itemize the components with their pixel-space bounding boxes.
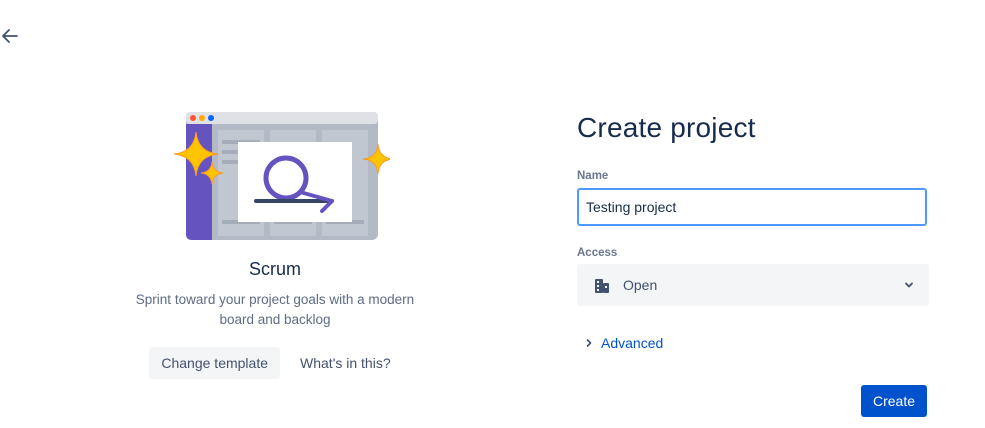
create-button[interactable]: Create xyxy=(861,385,927,417)
back-button[interactable] xyxy=(0,26,20,46)
access-value: Open xyxy=(623,277,658,293)
template-actions: Change template What's in this? xyxy=(110,347,440,379)
create-project-form: Create project Name Access Open Advanced xyxy=(577,112,929,417)
chevron-right-icon xyxy=(586,339,592,347)
change-template-button[interactable]: Change template xyxy=(149,347,281,379)
template-panel: Scrum Sprint toward your project goals w… xyxy=(110,100,440,379)
page-title: Create project xyxy=(577,112,756,143)
advanced-label: Advanced xyxy=(601,335,664,351)
template-title: Scrum xyxy=(248,259,301,279)
template-description: Sprint toward your project goals with a … xyxy=(135,292,415,327)
access-select[interactable]: Open xyxy=(577,264,929,306)
scrum-illustration xyxy=(160,100,394,245)
access-label: Access xyxy=(577,247,618,259)
building-icon xyxy=(595,279,609,293)
name-input[interactable] xyxy=(577,188,927,226)
create-project-page: Scrum Sprint toward your project goals w… xyxy=(0,0,985,428)
name-label: Name xyxy=(577,170,609,182)
whats-in-this-button[interactable]: What's in this? xyxy=(290,347,401,379)
chevron-down-icon xyxy=(905,282,913,288)
advanced-toggle[interactable]: Advanced xyxy=(577,335,929,351)
arrow-left-icon xyxy=(2,29,18,43)
